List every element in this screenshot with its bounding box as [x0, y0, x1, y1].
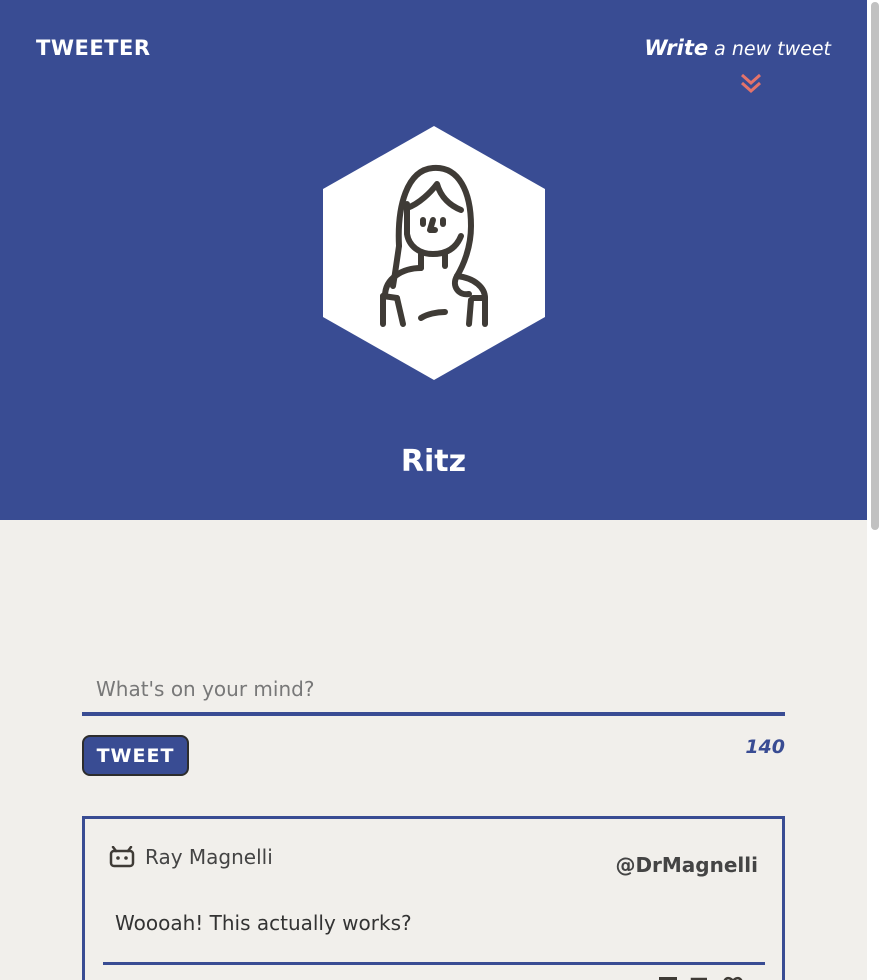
retweet-icon[interactable]	[689, 975, 713, 980]
scrollbar-thumb[interactable]	[871, 2, 879, 530]
profile-username: Ritz	[400, 444, 467, 479]
logo[interactable]: TWEETER	[36, 36, 151, 60]
tweet-button[interactable]: TWEET	[82, 735, 189, 776]
character-counter: 140	[745, 736, 785, 758]
tweet-card: Ray Magnelli @DrMagnelli Woooah! This ac…	[82, 816, 785, 980]
profile-header: TWEETER Write a new tweet Ritz	[0, 0, 867, 520]
flag-icon[interactable]	[657, 975, 681, 980]
tweet-author: Ray Magnelli	[109, 845, 273, 869]
double-chevron-down-icon[interactable]	[740, 72, 762, 94]
write-label-rest: a new tweet	[708, 38, 831, 60]
tweet-divider	[103, 962, 765, 965]
heart-icon[interactable]	[721, 975, 745, 980]
tweet-compose-input[interactable]	[82, 666, 785, 716]
tweet-author-name: Ray Magnelli	[145, 845, 273, 869]
avatar	[323, 126, 545, 380]
write-label-strong: Write	[644, 36, 709, 60]
tweet-handle: @DrMagnelli	[615, 853, 758, 877]
write-new-tweet-link[interactable]: Write a new tweet	[644, 36, 831, 60]
tweet-actions	[657, 975, 745, 980]
tweet-content: Woooah! This actually works?	[115, 911, 412, 935]
robot-icon	[109, 846, 135, 868]
